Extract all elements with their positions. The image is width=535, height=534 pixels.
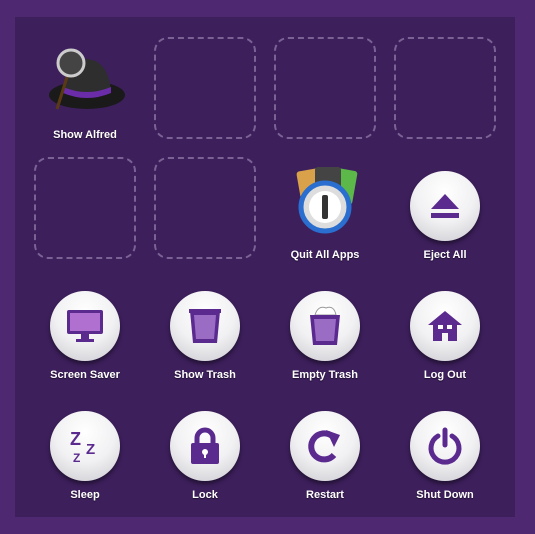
svg-text:Z: Z <box>70 429 81 449</box>
empty-slot[interactable] <box>394 37 496 139</box>
item-label: Screen Saver <box>50 369 120 381</box>
empty-slot[interactable] <box>154 37 256 139</box>
actions-panel: Show Alfred Quit All Apps Eject All Scre… <box>15 17 515 517</box>
restart-button[interactable]: Restart <box>265 403 385 523</box>
full-trash-icon <box>310 306 340 345</box>
house-icon <box>428 311 462 341</box>
button-circle <box>410 411 480 481</box>
alfred-hat-icon <box>49 48 125 110</box>
button-circle <box>170 411 240 481</box>
apps-1password-icon <box>296 167 358 234</box>
empty-slot[interactable] <box>154 157 256 259</box>
log-out-button[interactable]: Log Out <box>385 283 505 403</box>
item-label: Show Trash <box>174 369 236 381</box>
sleep-button[interactable]: ZZZ Sleep <box>25 403 145 523</box>
item-label: Restart <box>306 489 344 501</box>
empty-slot[interactable] <box>34 157 136 259</box>
lock-button[interactable]: Lock <box>145 403 265 523</box>
empty-slot[interactable] <box>274 37 376 139</box>
eject-icon <box>431 194 459 218</box>
button-circle <box>170 291 240 361</box>
button-circle <box>290 291 360 361</box>
button-circle: ZZZ <box>50 411 120 481</box>
button-circle <box>290 411 360 481</box>
show-trash-button[interactable]: Show Trash <box>145 283 265 403</box>
svg-text:Z: Z <box>86 441 95 458</box>
item-label: Quit All Apps <box>290 249 360 261</box>
item-label: Sleep <box>70 489 100 501</box>
screen-saver-button[interactable]: Screen Saver <box>25 283 145 403</box>
button-circle <box>410 171 480 241</box>
button-circle <box>410 291 480 361</box>
restart-icon <box>308 430 340 463</box>
trash-icon <box>189 309 221 343</box>
zzz-icon: ZZZ <box>70 429 95 464</box>
svg-text:Z: Z <box>73 451 80 464</box>
item-label: Log Out <box>423 369 467 381</box>
item-label: Show Alfred <box>53 129 117 141</box>
empty-trash-button[interactable]: Empty Trash <box>265 283 385 403</box>
power-icon <box>428 427 462 465</box>
lock-icon <box>191 427 219 464</box>
item-label: Lock <box>192 489 218 501</box>
item-label: Shut Down <box>416 489 474 501</box>
monitor-icon <box>67 310 103 342</box>
shut-down-button[interactable]: Shut Down <box>385 403 505 523</box>
item-label: Eject All <box>423 249 467 261</box>
eject-all-button[interactable]: Eject All <box>385 163 505 283</box>
show-alfred-button[interactable]: Show Alfred <box>25 43 145 163</box>
quit-all-apps-button[interactable]: Quit All Apps <box>265 163 385 283</box>
item-label: Empty Trash <box>291 369 359 381</box>
button-circle <box>50 291 120 361</box>
